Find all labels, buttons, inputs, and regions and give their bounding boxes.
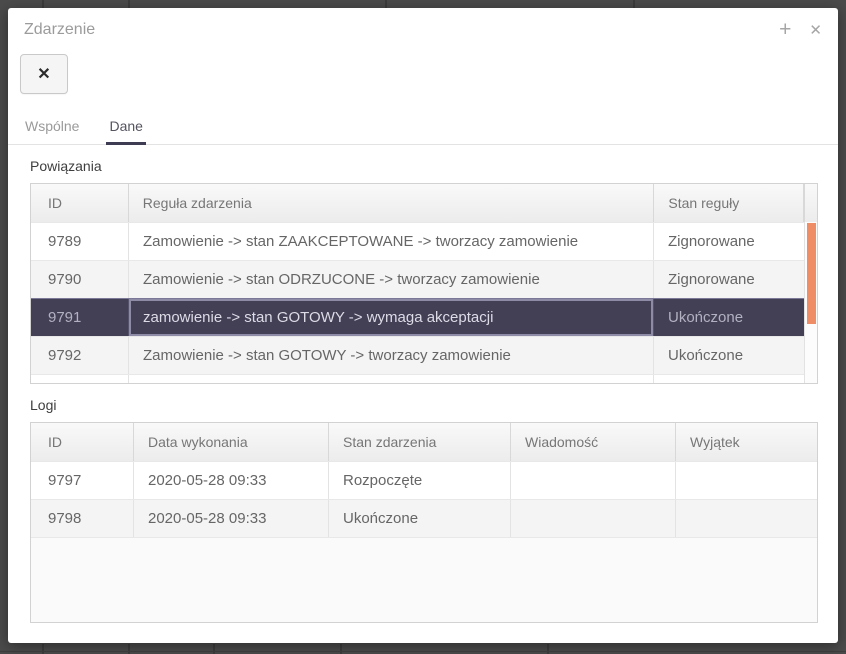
cell-rule: Zamowienie -> stan GOTOWY -> tworzacy za… xyxy=(129,337,654,374)
column-header-date: Data wykonania xyxy=(134,423,329,461)
dialog-title: Zdarzenie xyxy=(24,21,95,39)
window-controls: + ✕ xyxy=(779,21,822,41)
vertical-scrollbar-track xyxy=(804,222,817,383)
table-row[interactable]: 9798 2020-05-28 09:33 Ukończone xyxy=(31,499,817,537)
cell-rule-state xyxy=(654,375,804,383)
table-row[interactable]: 9789 Zamowienie -> stan ZAAKCEPTOWANE ->… xyxy=(31,222,804,260)
cell-id: 9791 xyxy=(31,299,129,336)
column-header-id: ID xyxy=(31,423,134,461)
cell-id xyxy=(31,375,129,383)
relations-section-title: Powiązania xyxy=(30,157,838,175)
column-header-rule: Reguła zdarzenia xyxy=(129,184,655,222)
cell-id: 9790 xyxy=(31,261,129,298)
table-row[interactable]: 9790 Zamowienie -> stan ODRZUCONE -> two… xyxy=(31,260,804,298)
cell-date: 2020-05-28 09:33 xyxy=(134,500,329,537)
cell-event-state: Ukończone xyxy=(329,500,511,537)
column-header-event-state: Stan zdarzenia xyxy=(329,423,511,461)
cell-rule-focused: zamowienie -> stan GOTOWY -> wymaga akce… xyxy=(129,299,654,336)
screen: { "window": { "title": "Zdarzenie" }, "g… xyxy=(0,0,846,654)
cell-rule-state: Zignorowane xyxy=(654,261,804,298)
logs-section-title: Logi xyxy=(30,396,838,414)
table-row-selected[interactable]: 9791 zamowienie -> stan GOTOWY -> wymaga… xyxy=(31,298,804,336)
dialog-header: Zdarzenie + ✕ xyxy=(8,8,838,41)
relations-table-body: 9789 Zamowienie -> stan ZAAKCEPTOWANE ->… xyxy=(31,222,817,383)
tab-wspolne[interactable]: Wspólne xyxy=(22,108,82,145)
logs-table: ID Data wykonania Stan zdarzenia Wiadomo… xyxy=(30,422,818,623)
cell-rule-state: Ukończone xyxy=(654,299,804,336)
tab-bar: Wspólne Dane xyxy=(8,108,838,145)
event-dialog: Zdarzenie + ✕ ✕ Wspólne Dane Powiązania … xyxy=(8,8,838,643)
cell-date: 2020-05-28 09:33 xyxy=(134,462,329,499)
cell-message xyxy=(511,462,676,499)
add-icon[interactable]: + xyxy=(779,21,791,41)
dimmed-background-bottom xyxy=(0,644,846,654)
cell-id: 9789 xyxy=(31,223,129,260)
cell-rule: Zamowienie -> stan ZAAKCEPTOWANE -> twor… xyxy=(129,223,654,260)
cell-rule xyxy=(129,375,654,383)
logs-table-empty-area xyxy=(31,537,817,622)
cell-rule-state: Ukończone xyxy=(654,337,804,374)
relations-table: ID Reguła zdarzenia Stan reguły 9789 Zam… xyxy=(30,183,818,384)
column-header-message: Wiadomość xyxy=(511,423,676,461)
close-button[interactable]: ✕ xyxy=(20,54,68,94)
cell-id: 9798 xyxy=(31,500,134,537)
cell-exception xyxy=(676,462,817,499)
cell-event-state: Rozpoczęte xyxy=(329,462,511,499)
logs-table-header: ID Data wykonania Stan zdarzenia Wiadomo… xyxy=(31,423,817,461)
cell-id: 9797 xyxy=(31,462,134,499)
table-row[interactable]: 9792 Zamowienie -> stan GOTOWY -> tworza… xyxy=(31,336,804,374)
cell-exception xyxy=(676,500,817,537)
column-header-exception: Wyjątek xyxy=(676,423,817,461)
cell-rule-state: Zignorowane xyxy=(654,223,804,260)
dimmed-background-top xyxy=(0,0,846,8)
table-row[interactable]: 9797 2020-05-28 09:33 Rozpoczęte xyxy=(31,461,817,499)
vertical-scrollbar-thumb[interactable] xyxy=(807,223,816,324)
tab-dane[interactable]: Dane xyxy=(106,108,145,145)
close-icon[interactable]: ✕ xyxy=(809,21,822,41)
column-header-rule-state: Stan reguły xyxy=(654,184,804,222)
close-x-icon: ✕ xyxy=(37,64,50,84)
column-header-id: ID xyxy=(31,184,129,222)
relations-table-header: ID Reguła zdarzenia Stan reguły xyxy=(31,184,817,222)
cell-id: 9792 xyxy=(31,337,129,374)
cell-message xyxy=(511,500,676,537)
cell-rule: Zamowienie -> stan ODRZUCONE -> tworzacy… xyxy=(129,261,654,298)
scrollbar-header-spacer xyxy=(804,184,817,222)
table-row-clipped xyxy=(31,374,804,383)
